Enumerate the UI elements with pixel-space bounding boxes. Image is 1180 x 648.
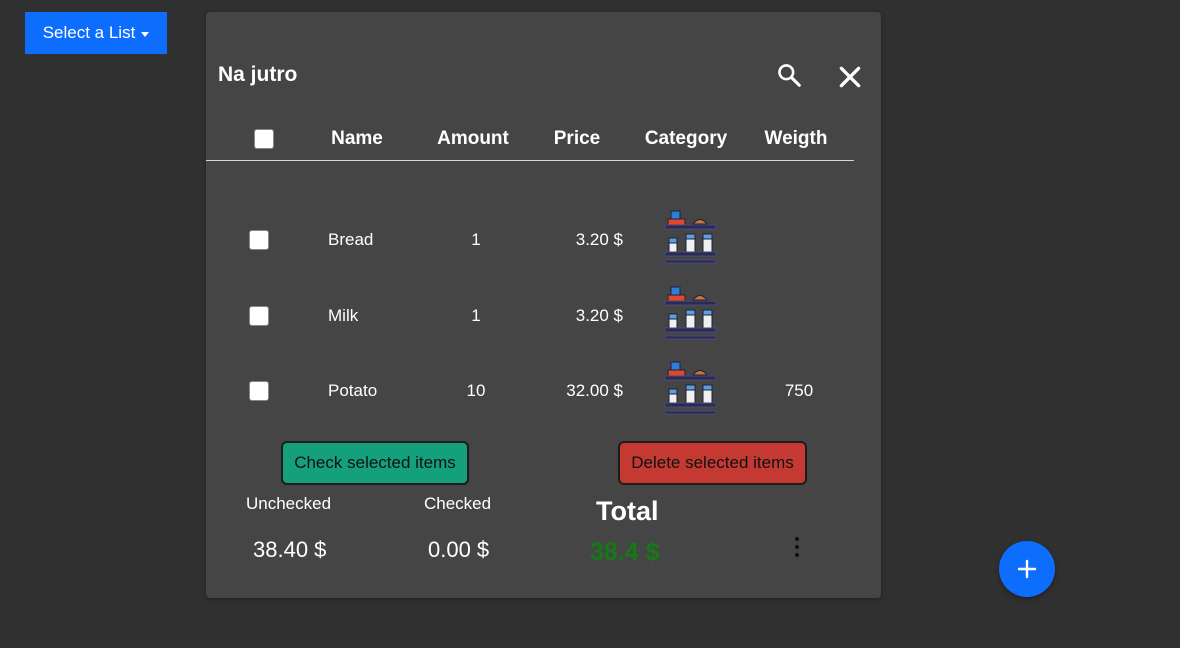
column-header-weight: Weigth [764,128,828,149]
close-icon[interactable] [837,64,863,90]
plus-icon [1017,559,1037,579]
total-value: 38.4 $ [590,538,660,566]
grocery-shelf-icon [664,286,717,340]
list-title: Na jutro [218,63,298,86]
select-list-dropdown[interactable]: Select a List [25,12,167,54]
item-weight: 750 [784,381,814,400]
item-price: 3.20 $ [575,230,623,249]
row-checkbox[interactable] [249,306,269,326]
total-label: Total [596,496,659,526]
grocery-shelf-icon [664,210,717,264]
column-header-name: Name [331,128,383,149]
item-name: Milk [328,306,359,325]
checked-total: 0.00 $ [428,537,490,562]
check-selected-button[interactable]: Check selected items [281,441,469,485]
caret-down-icon [141,31,150,37]
column-header-amount: Amount [437,128,509,149]
more-options-icon[interactable] [792,537,802,557]
item-price: 3.20 $ [575,306,623,325]
select-list-label: Select a List [42,23,136,42]
unchecked-label: Unchecked [246,494,332,513]
unchecked-total: 38.40 $ [253,537,327,562]
item-name: Bread [328,230,374,249]
item-price: 32.00 $ [566,381,623,400]
search-icon[interactable] [776,62,802,88]
row-checkbox[interactable] [249,230,269,250]
delete-selected-button[interactable]: Delete selected items [618,441,807,485]
item-amount: 1 [471,230,481,249]
select-all-checkbox[interactable] [254,129,274,149]
item-amount: 1 [471,306,481,325]
header-divider [206,160,854,161]
add-item-button[interactable] [999,541,1055,597]
shopping-list-card: Na jutro Name Amount Price Category Weig… [206,12,881,598]
checked-label: Checked [424,494,492,513]
column-header-category: Category [644,128,728,149]
item-name: Potato [328,381,378,400]
item-amount: 10 [466,381,486,400]
grocery-shelf-icon [664,361,717,415]
column-header-price: Price [553,128,601,149]
row-checkbox[interactable] [249,381,269,401]
